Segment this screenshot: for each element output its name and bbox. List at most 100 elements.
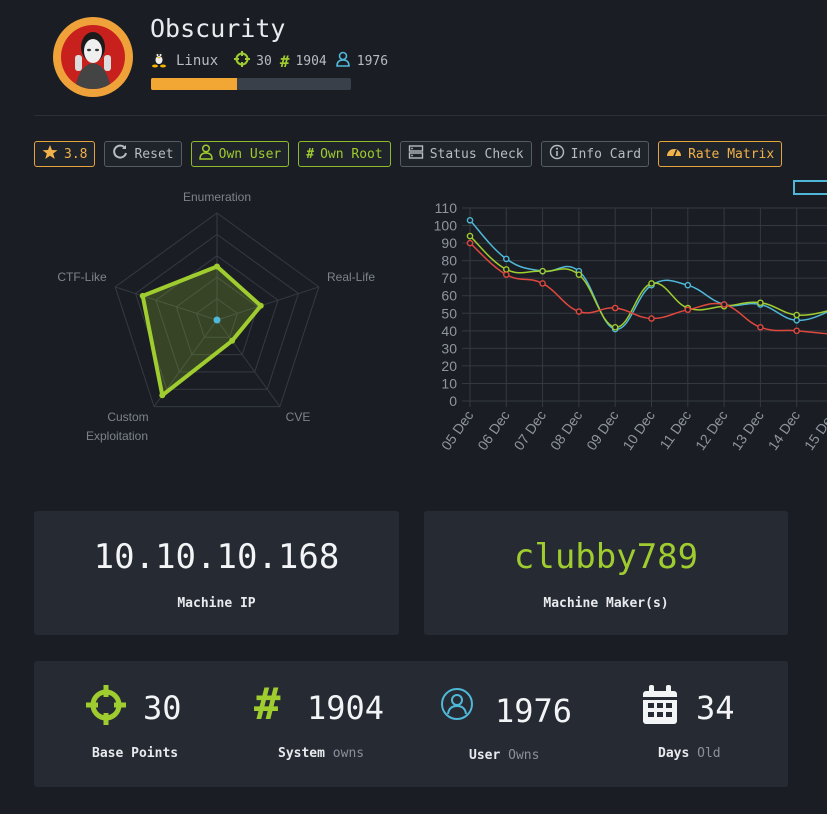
radar-label-enumeration: Enumeration xyxy=(183,190,251,204)
machine-avatar xyxy=(53,17,133,97)
rating-history-chart: 0 1020 3040 5060 7080 90100 110 05 Dec06 Dec07 … xyxy=(434,200,827,454)
hash-icon: # xyxy=(279,51,290,71)
reset-button[interactable]: Reset xyxy=(104,141,182,167)
chart-x-tick-label: 11 Dec xyxy=(656,408,694,453)
user-owns-value: 1976 xyxy=(356,53,389,69)
own-root-button[interactable]: # Own Root xyxy=(298,141,391,167)
chart-data-point[interactable] xyxy=(684,306,692,314)
machine-meta: Linux 30 # 1904 1976 xyxy=(150,50,396,72)
chart-x-tick-label: 06 Dec xyxy=(474,408,513,454)
calendar-icon xyxy=(642,685,678,729)
chart-x-tick-label: 09 Dec xyxy=(583,408,622,454)
base-points-label: Base Points xyxy=(92,746,179,761)
days-old-label: Days Old xyxy=(658,746,721,761)
user-icon xyxy=(198,144,219,164)
chart-data-point[interactable] xyxy=(648,315,655,322)
action-buttons: 3.8 Reset Own User # Own Root Status Che… xyxy=(34,141,791,167)
hash-icon: # xyxy=(254,679,281,730)
chart-y-tick-label: 100 xyxy=(434,218,458,234)
chart-x-tick-label: 10 Dec xyxy=(619,408,658,454)
user-icon xyxy=(335,51,351,71)
chart-y-tick-label: 70 xyxy=(441,270,457,286)
machine-maker[interactable]: clubby789 xyxy=(424,537,788,577)
rate-matrix-button[interactable]: Rate Matrix xyxy=(658,141,783,167)
chart-x-tick-label: 14 Dec xyxy=(765,408,804,454)
chart-x-tick-label: 08 Dec xyxy=(547,408,586,454)
chart-data-point[interactable] xyxy=(466,239,474,247)
status-check-label: Status Check xyxy=(429,146,524,162)
chart-data-point[interactable] xyxy=(466,232,474,240)
chart-y-tick-label: 10 xyxy=(441,375,457,391)
radar-label-exploitation: Exploitation xyxy=(86,429,148,443)
chart-y-tick-label: 60 xyxy=(441,288,457,304)
stat-base-points: 30 Base Points xyxy=(34,661,224,787)
chart-data-point[interactable] xyxy=(793,311,801,319)
info-card-button[interactable]: Info Card xyxy=(540,141,650,167)
chart-x-tick-label: 05 Dec xyxy=(438,408,477,454)
rating-button[interactable]: 3.8 xyxy=(34,141,96,167)
chart-y-tick-label: 80 xyxy=(441,253,457,269)
os-info: Linux xyxy=(150,50,226,72)
radar-value-point xyxy=(229,337,236,344)
machine-ip-card: 10.10.10.168 Machine IP xyxy=(34,511,399,635)
chart-y-tick-label: 0 xyxy=(449,393,457,409)
radar-label-cve: CVE xyxy=(286,410,311,424)
user-owns-info: 1976 xyxy=(335,51,388,71)
chart-x-tick-label: 15 Dec xyxy=(801,408,827,454)
star-icon xyxy=(42,144,64,164)
radar-value-point xyxy=(159,392,166,399)
radar-label-ctf-like: CTF-Like xyxy=(57,270,107,284)
radar-label-real-life: Real-Life xyxy=(327,270,375,284)
base-points-value: 30 xyxy=(143,689,182,727)
chart-data-point[interactable] xyxy=(793,327,801,335)
user-owns-count: 1976 xyxy=(495,692,573,730)
chart-data-point[interactable] xyxy=(648,280,655,287)
chart-data-point[interactable] xyxy=(466,216,474,224)
stat-system-owns: # 1904 System owns xyxy=(224,661,414,787)
machine-ip[interactable]: 10.10.10.168 xyxy=(34,537,399,577)
chart-data-point[interactable] xyxy=(503,255,510,263)
linux-icon xyxy=(150,50,168,72)
own-user-button[interactable]: Own User xyxy=(190,141,290,167)
chart-data-point[interactable] xyxy=(720,301,728,308)
chart-data-point[interactable] xyxy=(539,280,546,287)
chart-legend-box[interactable] xyxy=(793,180,827,195)
info-icon xyxy=(549,144,571,164)
gauge-icon xyxy=(666,144,688,164)
refresh-icon xyxy=(112,144,134,164)
crosshair-icon xyxy=(86,685,126,729)
machine-stats-card: 30 Base Points # 1904 System owns 1976 U… xyxy=(34,661,788,787)
chart-data-point[interactable] xyxy=(575,308,583,315)
radar-center-point xyxy=(213,316,221,324)
chart-data-point[interactable] xyxy=(575,271,583,278)
chart-data-point[interactable] xyxy=(611,324,619,331)
chart-data-point[interactable] xyxy=(757,299,764,307)
hash-icon: # xyxy=(306,146,315,162)
radar-value-point xyxy=(139,292,146,299)
chart-data-point[interactable] xyxy=(539,267,546,275)
own-user-label: Own User xyxy=(218,146,282,162)
system-owns-label: System owns xyxy=(278,746,365,761)
stat-days-old: 34 Days Old xyxy=(604,661,788,787)
radar-value-point xyxy=(214,263,220,270)
radar-value-shape xyxy=(140,264,263,398)
chart-x-tick-label: 12 Dec xyxy=(692,408,731,454)
chart-y-tick-label: 20 xyxy=(441,358,457,374)
machine-maker-label: Machine Maker(s) xyxy=(543,596,669,611)
system-owns-info: # 1904 xyxy=(280,52,327,71)
chart-x-tick-label: 07 Dec xyxy=(511,408,550,454)
difficulty-bar xyxy=(151,78,351,90)
status-check-button[interactable]: Status Check xyxy=(399,141,532,167)
points-value: 30 xyxy=(256,53,272,69)
chart-data-point[interactable] xyxy=(757,324,764,331)
chart-x-tick-label: 13 Dec xyxy=(728,408,767,454)
chart-data-point[interactable] xyxy=(503,271,510,278)
system-owns-count: 1904 xyxy=(307,689,385,727)
chart-data-point[interactable] xyxy=(684,281,692,289)
chart-data-point[interactable] xyxy=(503,266,510,273)
user-circle-icon xyxy=(440,687,474,725)
difficulty-bar-fill xyxy=(151,78,237,90)
chart-data-point[interactable] xyxy=(793,316,801,324)
chart-data-point[interactable] xyxy=(611,304,619,312)
points-info: 30 xyxy=(234,51,272,71)
